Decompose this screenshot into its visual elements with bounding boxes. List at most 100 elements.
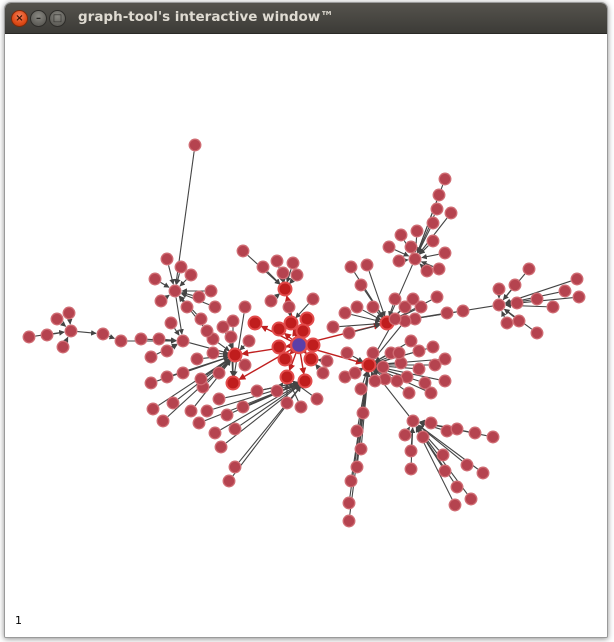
graph-vertex-9[interactable] xyxy=(303,351,319,367)
graph-vertex-7[interactable] xyxy=(305,337,321,353)
graph-vertex-79[interactable] xyxy=(200,324,214,338)
graph-vertex-157[interactable] xyxy=(350,460,364,474)
graph-vertex-110[interactable] xyxy=(530,292,544,306)
graph-vertex-43[interactable] xyxy=(222,474,236,488)
graph-vertex-55[interactable] xyxy=(152,332,166,346)
graph-vertex-149[interactable] xyxy=(438,352,452,366)
graph-vertex-51[interactable] xyxy=(316,366,330,380)
graph-vertex-78[interactable] xyxy=(194,312,208,326)
graph-vertex-125[interactable] xyxy=(444,206,458,220)
graph-vertex-8[interactable] xyxy=(277,351,293,367)
graph-vertex-147[interactable] xyxy=(426,340,440,354)
graph-vertex-54[interactable] xyxy=(176,334,190,348)
graph-vertex-83[interactable] xyxy=(156,414,170,428)
graph-vertex-59[interactable] xyxy=(144,350,158,364)
graph-vertex-6[interactable] xyxy=(271,339,287,355)
graph-vertex-107[interactable] xyxy=(508,278,522,292)
graph-vertex-165[interactable] xyxy=(416,430,430,444)
graph-vertex-163[interactable] xyxy=(404,444,418,458)
graph-vertex-74[interactable] xyxy=(180,300,194,314)
graph-vertex-44[interactable] xyxy=(192,416,206,430)
graph-vertex-4[interactable] xyxy=(271,321,287,337)
graph-vertex-85[interactable] xyxy=(160,370,174,384)
graph-vertex-136[interactable] xyxy=(354,382,368,396)
graph-vertex-121[interactable] xyxy=(426,216,440,230)
graph-vertex-158[interactable] xyxy=(344,474,358,488)
graph-vertex-111[interactable] xyxy=(546,300,560,314)
graph-vertex-63[interactable] xyxy=(40,328,54,342)
graph-vertex-36[interactable] xyxy=(200,404,214,418)
graph-vertex-108[interactable] xyxy=(522,262,536,276)
graph-vertex-37[interactable] xyxy=(220,408,234,422)
graph-vertex-178[interactable] xyxy=(392,346,406,360)
graph-vertex-22[interactable] xyxy=(290,268,304,282)
graph-vertex-13[interactable] xyxy=(225,375,241,391)
graph-vertex-117[interactable] xyxy=(570,272,584,286)
graph-vertex-129[interactable] xyxy=(432,262,446,276)
selected-vertex[interactable] xyxy=(289,335,309,355)
graph-vertex-128[interactable] xyxy=(420,264,434,278)
graph-vertex-113[interactable] xyxy=(500,316,514,330)
graph-vertex-82[interactable] xyxy=(146,402,160,416)
graph-vertex-152[interactable] xyxy=(438,374,452,388)
graph-vertex-70[interactable] xyxy=(148,272,162,286)
minimize-button[interactable]: – xyxy=(30,10,47,27)
graph-vertex-57[interactable] xyxy=(164,316,178,330)
graph-vertex-137[interactable] xyxy=(366,346,380,360)
graph-drawing[interactable] xyxy=(5,34,607,636)
graph-vertex-146[interactable] xyxy=(412,344,426,358)
graph-vertex-80[interactable] xyxy=(188,138,202,152)
graph-vertex-19[interactable] xyxy=(270,254,284,268)
graph-vertex-119[interactable] xyxy=(394,228,408,242)
graph-vertex-89[interactable] xyxy=(354,278,368,292)
graph-vertex-154[interactable] xyxy=(356,406,370,420)
graph-vertex-153[interactable] xyxy=(418,376,432,390)
graph-vertex-62[interactable] xyxy=(64,324,78,338)
graph-vertex-170[interactable] xyxy=(486,430,500,444)
graph-vertex-130[interactable] xyxy=(392,254,406,268)
graph-vertex-112[interactable] xyxy=(512,314,526,328)
graph-vertex-76[interactable] xyxy=(204,284,218,298)
graph-vertex-166[interactable] xyxy=(424,416,438,430)
graph-vertex-60[interactable] xyxy=(114,334,128,348)
graph-canvas[interactable]: 1 xyxy=(5,34,607,637)
graph-vertex-173[interactable] xyxy=(450,480,464,494)
graph-vertex-93[interactable] xyxy=(338,306,352,320)
graph-vertex-46[interactable] xyxy=(270,384,284,398)
graph-vertex-49[interactable] xyxy=(310,392,324,406)
graph-vertex-109[interactable] xyxy=(510,296,524,310)
graph-vertex-14[interactable] xyxy=(247,315,263,331)
graph-vertex-96[interactable] xyxy=(366,300,380,314)
graph-vertex-50[interactable] xyxy=(320,354,334,368)
graph-vertex-172[interactable] xyxy=(438,464,452,478)
graph-vertex-77[interactable] xyxy=(208,300,222,314)
graph-vertex-104[interactable] xyxy=(456,304,470,318)
graph-vertex-142[interactable] xyxy=(402,386,416,400)
graph-vertex-18[interactable] xyxy=(256,260,270,274)
graph-vertex-42[interactable] xyxy=(228,460,242,474)
graph-vertex-35[interactable] xyxy=(212,392,226,406)
graph-vertex-102[interactable] xyxy=(406,292,420,306)
graph-vertex-171[interactable] xyxy=(436,448,450,462)
graph-vertex-41[interactable] xyxy=(214,440,228,454)
graph-vertex-26[interactable] xyxy=(224,330,238,344)
graph-vertex-66[interactable] xyxy=(62,306,76,320)
graph-vertex-164[interactable] xyxy=(404,462,418,476)
graph-vertex-138[interactable] xyxy=(376,360,390,374)
graph-vertex-118[interactable] xyxy=(408,252,422,266)
graph-vertex-122[interactable] xyxy=(430,202,444,216)
graph-vertex-105[interactable] xyxy=(492,298,506,312)
graph-vertex-12[interactable] xyxy=(227,347,243,363)
graph-vertex-16[interactable] xyxy=(361,357,377,373)
graph-vertex-159[interactable] xyxy=(342,496,356,510)
graph-vertex-48[interactable] xyxy=(294,400,308,414)
graph-vertex-133[interactable] xyxy=(340,346,354,360)
graph-vertex-101[interactable] xyxy=(430,290,444,304)
graph-vertex-58[interactable] xyxy=(160,344,174,358)
graph-vertex-131[interactable] xyxy=(382,240,396,254)
graph-vertex-168[interactable] xyxy=(450,422,464,436)
graph-vertex-155[interactable] xyxy=(350,424,364,438)
graph-vertex-72[interactable] xyxy=(184,268,198,282)
graph-vertex-45[interactable] xyxy=(208,426,222,440)
graph-vertex-90[interactable] xyxy=(344,260,358,274)
